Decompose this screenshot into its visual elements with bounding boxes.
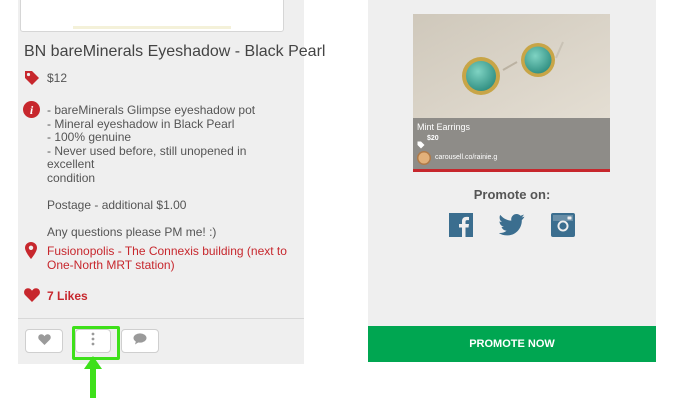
promote-now-button[interactable]: PROMOTE NOW — [368, 326, 656, 362]
listing-location[interactable]: Fusionopolis - The Connexis building (ne… — [47, 244, 297, 272]
tag-icon — [24, 70, 40, 91]
comment-icon — [133, 332, 147, 350]
description-line: - 100% genuine — [47, 130, 132, 144]
like-button-heart-icon — [37, 332, 51, 350]
description-line: Any questions please PM me! :) — [47, 224, 217, 239]
listing-price: $12 — [47, 71, 68, 85]
listing-title: BN bareMinerals Eyeshadow - Black Pearl — [24, 43, 326, 60]
promote-heading: Promote on: — [473, 187, 551, 202]
description-line: Postage - additional $1.00 — [47, 197, 187, 212]
seller-avatar — [417, 151, 431, 169]
promo-card[interactable]: Mint Earrings $20 carousell.co/rainie.g — [413, 14, 610, 172]
description-line: condition — [47, 170, 96, 185]
comment-button[interactable] — [121, 329, 159, 353]
location-line: One-North MRT station) — [47, 257, 175, 272]
card-item-name: Mint Earrings — [417, 122, 471, 132]
listing-image[interactable] — [20, 0, 284, 32]
description-line: - Mineral eyeshadow in Black Pearl — [47, 116, 235, 131]
listing-description: - bareMinerals Glimpse eyeshadow pot - M… — [47, 103, 297, 239]
more-options-highlight — [72, 326, 120, 360]
facebook-icon[interactable] — [449, 213, 473, 242]
location-line: Fusionopolis - The Connexis building (ne… — [47, 244, 287, 258]
twitter-icon[interactable] — [498, 214, 525, 241]
description-line: - Never used before, still unopened in e… — [47, 143, 247, 171]
description-line: - bareMinerals Glimpse eyeshadow pot — [47, 103, 256, 117]
location-pin-icon — [25, 242, 37, 264]
likes-count[interactable]: 7 Likes — [47, 289, 88, 304]
earrings-image — [413, 14, 610, 123]
divider — [18, 318, 304, 319]
card-caption: Mint Earrings $20 carousell.co/rainie.g — [413, 118, 610, 169]
heart-icon — [24, 288, 40, 307]
card-seller-link: carousell.co/rainie.g — [435, 154, 498, 161]
info-icon: i — [23, 101, 40, 123]
arrow-up-icon — [83, 356, 103, 403]
card-price: $20 — [427, 135, 439, 142]
instagram-icon[interactable] — [551, 213, 575, 242]
like-button[interactable] — [25, 329, 63, 353]
